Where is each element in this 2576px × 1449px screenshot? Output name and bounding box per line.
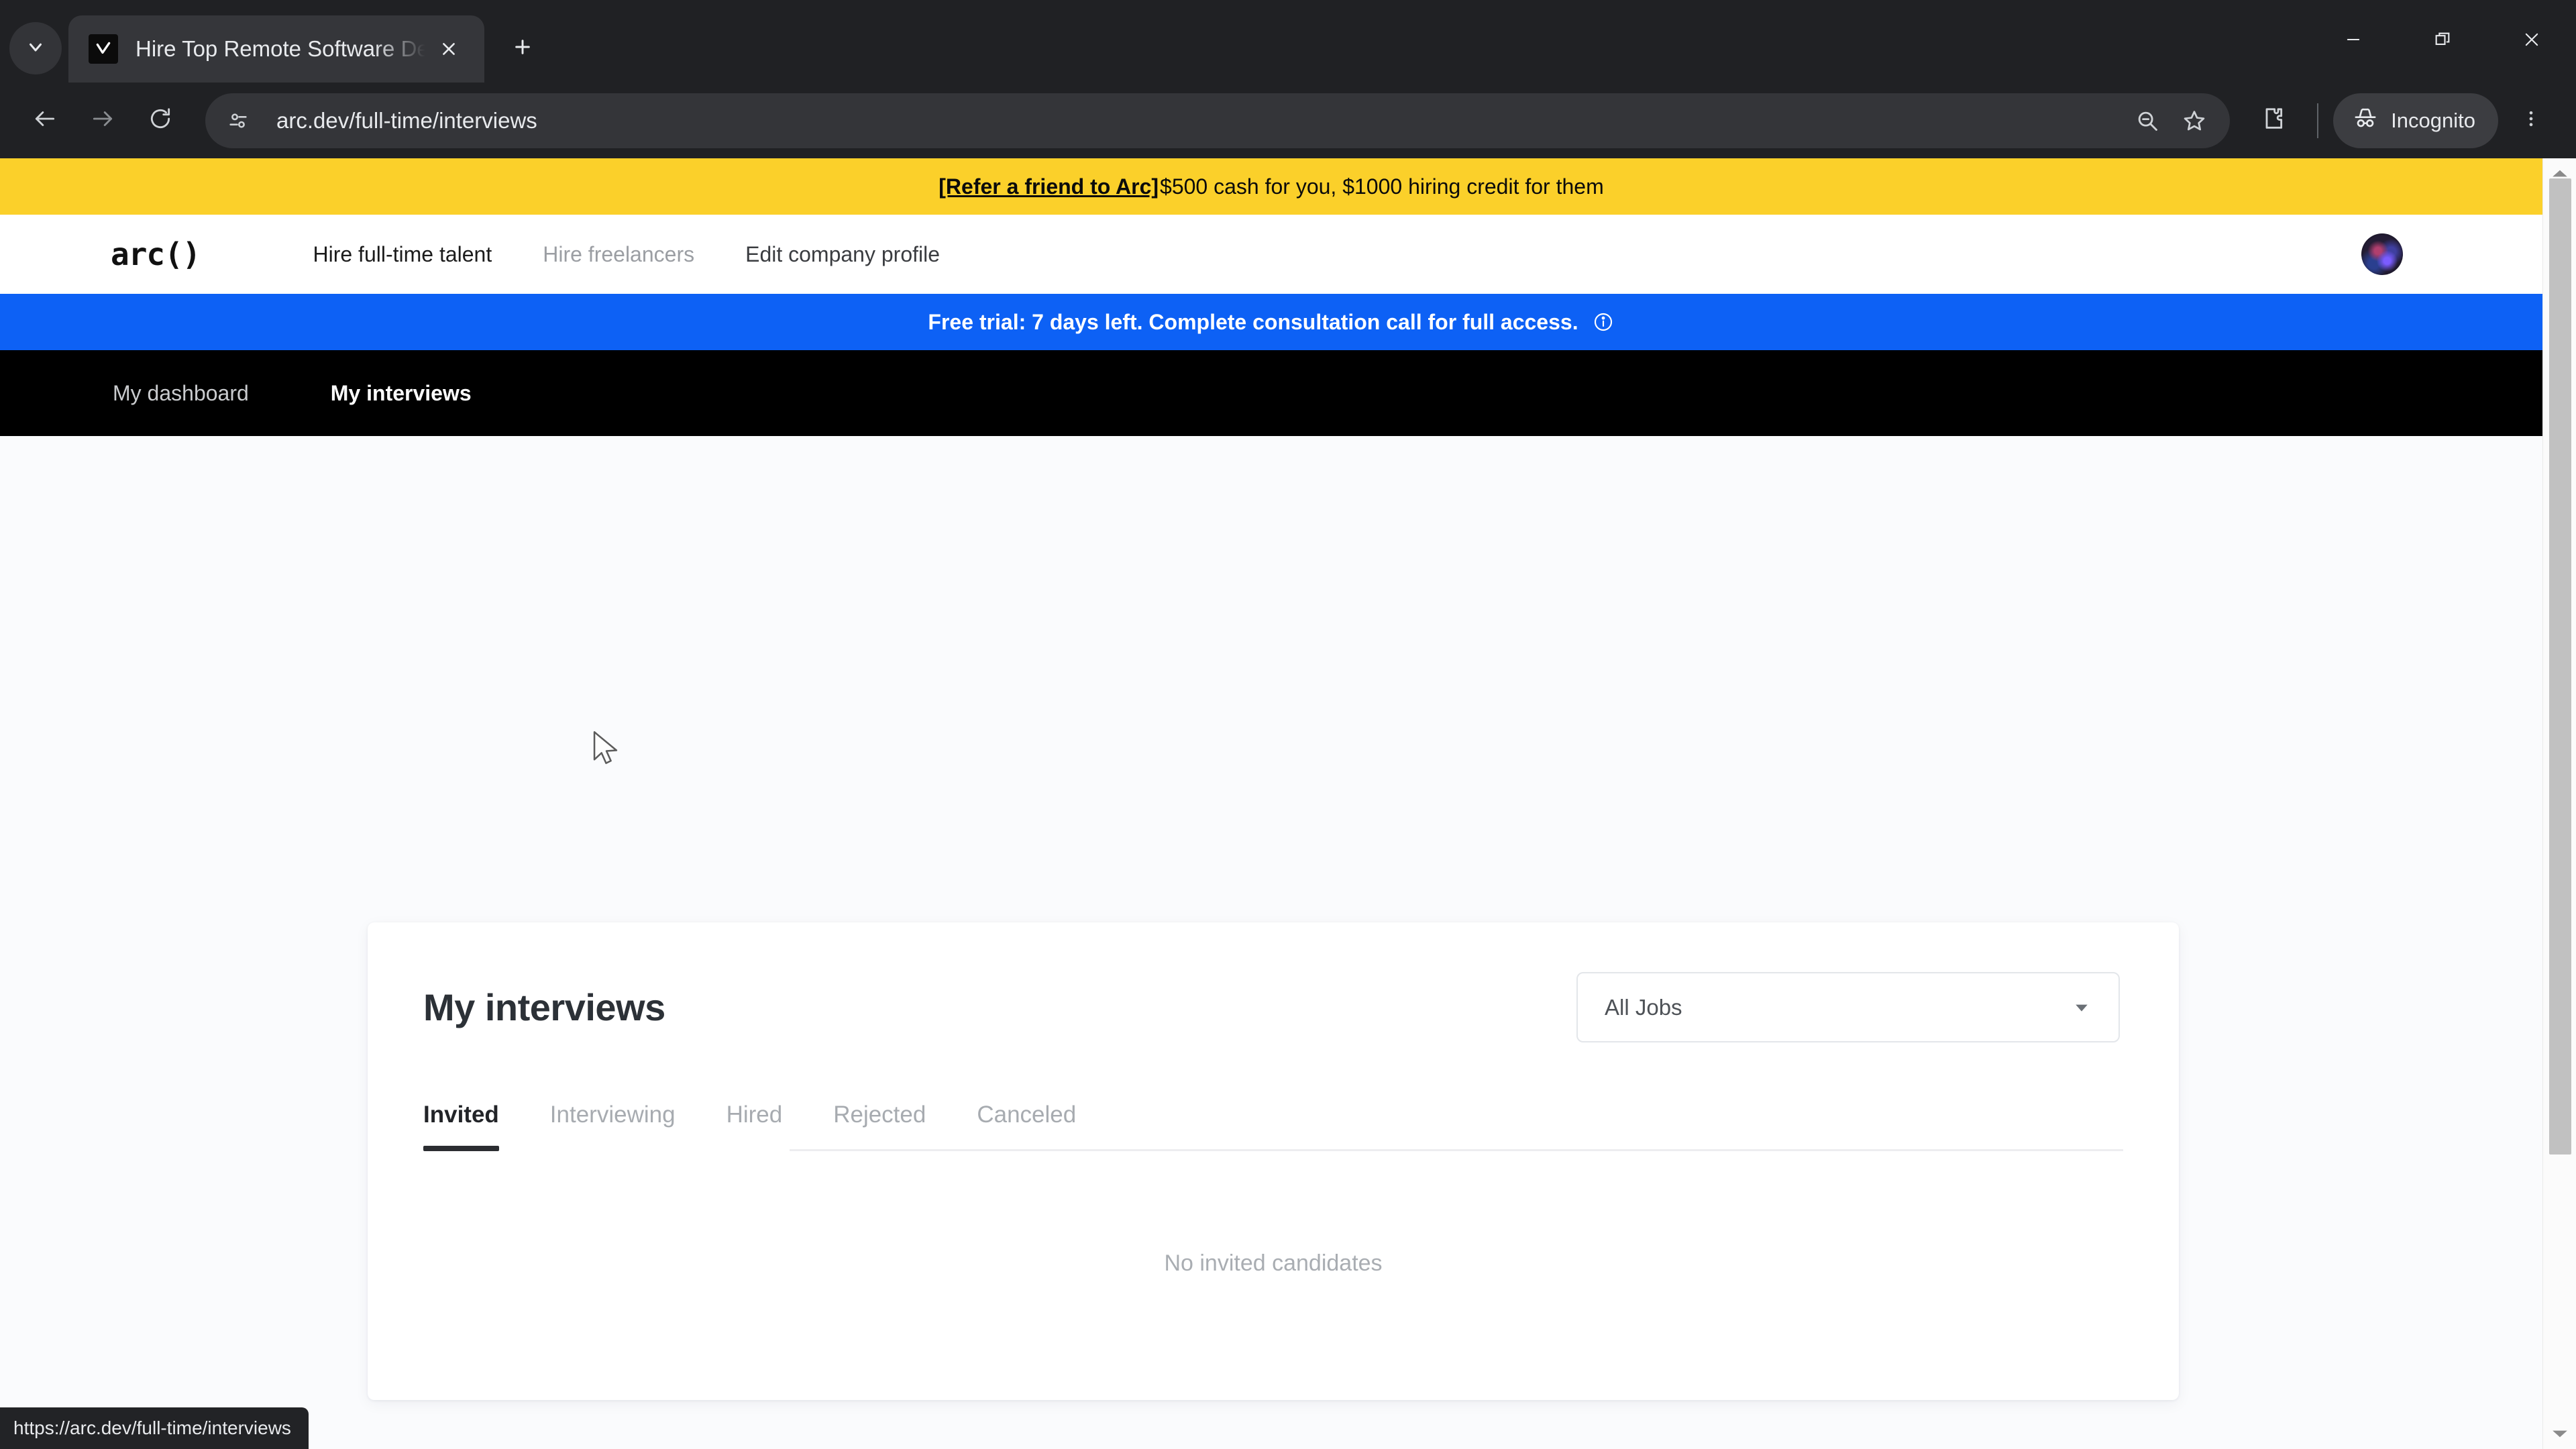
maximize-button[interactable] bbox=[2398, 0, 2487, 83]
site-settings-icon[interactable] bbox=[216, 99, 260, 143]
star-icon[interactable] bbox=[2171, 97, 2218, 144]
back-button[interactable] bbox=[16, 92, 74, 150]
omnibox-actions bbox=[2124, 97, 2230, 144]
tab-strip: Hire Top Remote Software Deve bbox=[0, 0, 546, 83]
refer-a-friend-link[interactable]: [Refer a friend to Arc] bbox=[938, 174, 1159, 199]
reload-button[interactable] bbox=[131, 92, 189, 150]
new-tab-button[interactable] bbox=[499, 25, 546, 72]
minimize-button[interactable] bbox=[2308, 0, 2398, 83]
tab-search-button[interactable] bbox=[9, 22, 62, 74]
nav-link-hire-freelancers[interactable]: Hire freelancers bbox=[517, 242, 720, 267]
chevron-down-icon bbox=[25, 37, 46, 60]
status-tabs: Invited Interviewing Hired Rejected Canc… bbox=[368, 1102, 2179, 1151]
tab-close-button[interactable] bbox=[431, 31, 467, 67]
scroll-down-arrow-icon[interactable] bbox=[2543, 1419, 2576, 1449]
window-controls bbox=[2308, 0, 2576, 83]
mouse-pointer bbox=[590, 729, 625, 768]
referral-banner-text: $500 cash for you, $1000 hiring credit f… bbox=[1160, 174, 1604, 199]
user-avatar[interactable] bbox=[2361, 233, 2403, 275]
window-close-icon bbox=[2522, 30, 2541, 52]
dashboard-subnav: My dashboard My interviews bbox=[0, 350, 2542, 436]
tab-interviewing[interactable]: Interviewing bbox=[550, 1102, 676, 1151]
arc-logo[interactable]: arc() bbox=[111, 236, 201, 272]
zoom-out-icon[interactable] bbox=[2124, 97, 2171, 144]
browser-menu-button[interactable] bbox=[2504, 92, 2559, 150]
forward-button[interactable] bbox=[74, 92, 131, 150]
browser-tab[interactable]: Hire Top Remote Software Deve bbox=[68, 15, 484, 83]
address-bar[interactable]: arc.dev/full-time/interviews bbox=[205, 93, 2231, 148]
status-tabs-row: Invited Interviewing Hired Rejected Canc… bbox=[423, 1102, 2123, 1151]
info-circle-icon[interactable] bbox=[1592, 311, 1615, 333]
extensions-puzzle-icon bbox=[2260, 105, 2287, 136]
tabs-divider bbox=[790, 1149, 2123, 1151]
back-arrow-icon bbox=[32, 106, 58, 135]
main-content: My interviews All Jobs Invited Interview… bbox=[0, 436, 2542, 1449]
url-text: arc.dev/full-time/interviews bbox=[276, 107, 537, 133]
toolbar-divider bbox=[2317, 103, 2319, 138]
empty-state-message: No invited candidates bbox=[1164, 1250, 1383, 1276]
tab-invited[interactable]: Invited bbox=[423, 1102, 499, 1151]
subnav-item-my-interviews[interactable]: My interviews bbox=[289, 381, 512, 406]
referral-banner[interactable]: [Refer a friend to Arc] $500 cash for yo… bbox=[0, 158, 2542, 215]
incognito-label: Incognito bbox=[2391, 108, 2475, 132]
chevron-down-icon bbox=[2072, 998, 2092, 1018]
nav-link-edit-company-profile[interactable]: Edit company profile bbox=[720, 242, 965, 267]
plus-icon bbox=[512, 36, 533, 61]
nav-link-hire-full-time-talent[interactable]: Hire full-time talent bbox=[287, 242, 517, 267]
scrollbar-thumb[interactable] bbox=[2549, 178, 2571, 1155]
job-filter-value: All Jobs bbox=[1605, 994, 1682, 1020]
extensions-button[interactable] bbox=[2245, 92, 2302, 150]
tab-canceled[interactable]: Canceled bbox=[977, 1102, 1076, 1151]
forward-arrow-icon bbox=[90, 106, 115, 135]
three-dot-menu-icon bbox=[2521, 109, 2541, 132]
site-navbar: arc() Hire full-time talent Hire freelan… bbox=[0, 215, 2542, 294]
job-filter-select[interactable]: All Jobs bbox=[1576, 972, 2120, 1042]
maximize-restore-icon bbox=[2433, 30, 2452, 52]
status-bar-url: https://arc.dev/full-time/interviews bbox=[0, 1407, 309, 1449]
tab-hired[interactable]: Hired bbox=[727, 1102, 783, 1151]
browser-window: Hire Top Remote Software Deve arc.dev/fu… bbox=[0, 0, 2576, 1449]
tab-rejected[interactable]: Rejected bbox=[833, 1102, 926, 1151]
arc-logo-favicon bbox=[89, 34, 118, 64]
card-header: My interviews All Jobs bbox=[368, 922, 2179, 1042]
reload-icon bbox=[148, 106, 173, 135]
navbar-links: Hire full-time talent Hire freelancers E… bbox=[287, 242, 965, 267]
page-title: My interviews bbox=[423, 986, 665, 1028]
tab-title: Hire Top Remote Software Deve bbox=[136, 36, 425, 61]
subnav-item-my-dashboard[interactable]: My dashboard bbox=[113, 381, 289, 406]
free-trial-text: Free trial: 7 days left. Complete consul… bbox=[928, 309, 1578, 334]
page-scrollbar[interactable] bbox=[2542, 158, 2576, 1449]
minimize-icon bbox=[2344, 30, 2363, 52]
free-trial-banner[interactable]: Free trial: 7 days left. Complete consul… bbox=[0, 294, 2542, 350]
browser-titlebar: Hire Top Remote Software Deve bbox=[0, 0, 2576, 83]
interviews-card: My interviews All Jobs Invited Interview… bbox=[368, 922, 2179, 1400]
page-viewport: [Refer a friend to Arc] $500 cash for yo… bbox=[0, 158, 2576, 1449]
incognito-hat-icon bbox=[2352, 105, 2391, 137]
browser-toolbar: arc.dev/full-time/interviews Incognito bbox=[0, 83, 2576, 158]
window-close-button[interactable] bbox=[2487, 0, 2576, 83]
incognito-indicator[interactable]: Incognito bbox=[2333, 93, 2498, 148]
page-content: [Refer a friend to Arc] $500 cash for yo… bbox=[0, 158, 2542, 1449]
